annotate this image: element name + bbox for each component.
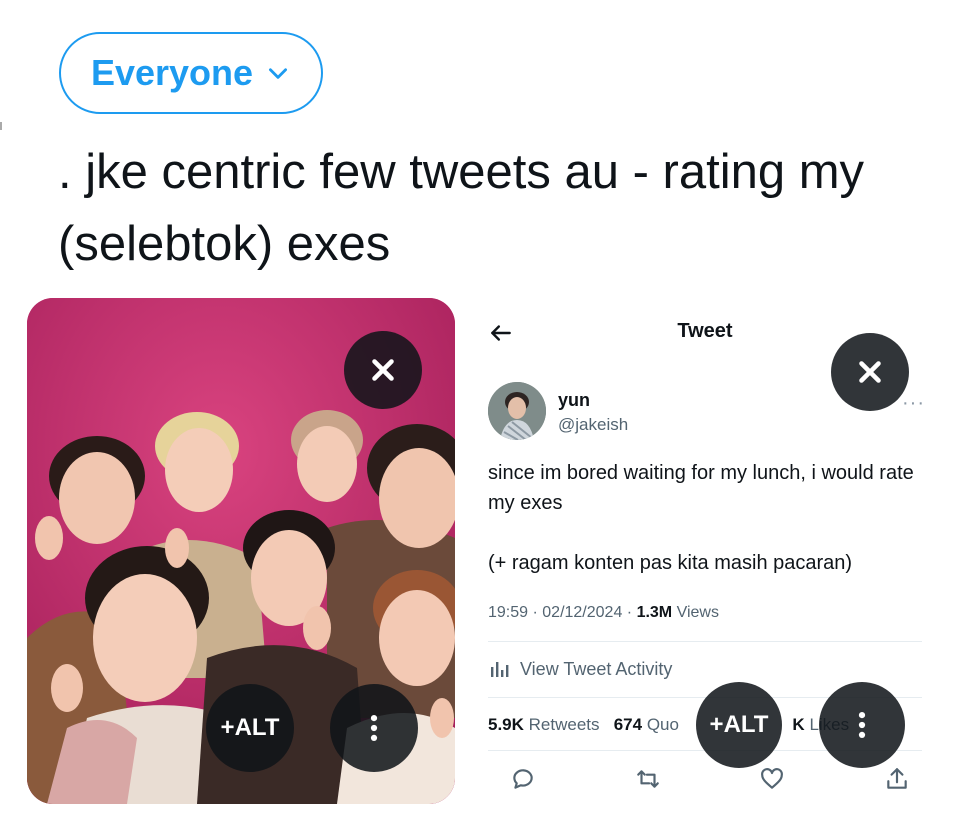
add-alt-text-button[interactable]: +ALT bbox=[206, 684, 294, 772]
more-vertical-icon bbox=[858, 711, 866, 739]
tweet-body-line: since im bored waiting for my lunch, i w… bbox=[488, 462, 914, 514]
activity-label: View Tweet Activity bbox=[520, 658, 673, 679]
quotes-label: Quo bbox=[646, 715, 679, 734]
close-icon bbox=[859, 361, 881, 383]
media-attachment-screenshot[interactable]: Tweet yun @jakeish ··· since im bored wa… bbox=[470, 298, 940, 804]
share-icon bbox=[887, 768, 907, 789]
tweet-body: since im bored waiting for my lunch, i w… bbox=[488, 458, 918, 578]
media-more-button[interactable] bbox=[819, 682, 905, 768]
analytics-icon bbox=[491, 662, 509, 677]
retweet-icon bbox=[636, 770, 659, 788]
tweet-date: 02/12/2024 bbox=[542, 604, 623, 621]
likes-count: K bbox=[792, 715, 805, 734]
close-icon bbox=[372, 359, 394, 381]
author-handle: @jakeish bbox=[558, 415, 629, 434]
tweet-activity-row: View Tweet Activity bbox=[488, 658, 672, 680]
chevron-down-icon bbox=[269, 68, 288, 79]
like-icon bbox=[761, 768, 784, 789]
tweet-stats: 5.9K Retweets 674 Quo K Likes bbox=[488, 715, 849, 735]
avatar bbox=[488, 382, 546, 440]
edge-mark bbox=[0, 122, 2, 130]
more-vertical-icon bbox=[370, 714, 378, 742]
tweet-body-line: (+ ragam konten pas kita masih pacaran) bbox=[488, 552, 853, 574]
alt-label: +ALT bbox=[709, 711, 769, 738]
tweet-time: 19:59 bbox=[488, 604, 529, 621]
quotes-count: 674 bbox=[613, 715, 643, 734]
divider bbox=[488, 641, 922, 642]
views-label: Views bbox=[676, 604, 719, 621]
tweet-action-bar bbox=[510, 766, 910, 792]
add-alt-text-button[interactable]: +ALT bbox=[696, 682, 782, 768]
audience-label: Everyone bbox=[90, 52, 254, 93]
retweets-label: Retweets bbox=[528, 715, 600, 734]
tweet-meta: 19:59 · 02/12/2024 · 1.3M Views bbox=[488, 604, 719, 621]
audience-selector-button[interactable]: Everyone bbox=[59, 32, 323, 114]
retweets-count: 5.9K bbox=[488, 715, 524, 734]
reply-icon bbox=[513, 769, 533, 789]
media-attachment-photo[interactable]: +ALT bbox=[27, 298, 455, 804]
media-more-button[interactable] bbox=[330, 684, 418, 772]
remove-media-button[interactable] bbox=[344, 331, 422, 409]
views-count: 1.3M bbox=[636, 604, 673, 621]
alt-label: +ALT bbox=[220, 714, 280, 741]
more-options-icon: ··· bbox=[902, 392, 925, 414]
tweet-compose-text[interactable]: . jke centric few tweets au - rating my … bbox=[58, 136, 958, 280]
author-name: yun bbox=[558, 390, 591, 410]
remove-media-button[interactable] bbox=[831, 333, 909, 411]
